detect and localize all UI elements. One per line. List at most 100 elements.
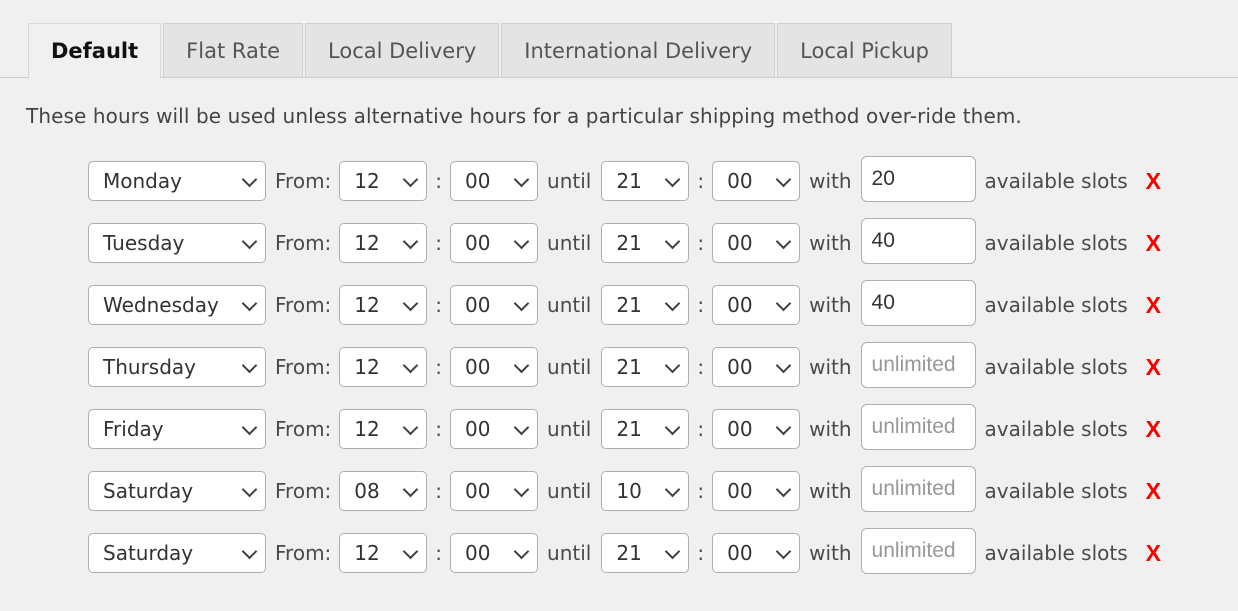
remove-row-button[interactable]: X — [1146, 169, 1161, 193]
until-hour-select[interactable]: 21 — [601, 285, 690, 325]
from-minute-select[interactable]: 00 — [450, 161, 539, 201]
from-minute-select-value: 00 — [465, 169, 491, 193]
from-minute-select[interactable]: 00 — [450, 471, 539, 511]
available-slots-input[interactable] — [860, 218, 976, 264]
chevron-down-icon — [241, 419, 258, 436]
day-select[interactable]: Wednesday — [88, 285, 266, 325]
until-label: until — [547, 231, 592, 255]
hours-row: TuesdayFrom:12:00until21:00withavailable… — [88, 212, 1238, 274]
day-select[interactable]: Saturday — [88, 533, 266, 573]
tab-default[interactable]: Default — [28, 23, 162, 79]
from-hour-select[interactable]: 12 — [339, 409, 428, 449]
from-label: From: — [275, 293, 332, 317]
hours-row: WednesdayFrom:12:00until21:00withavailab… — [88, 274, 1238, 336]
from-hour-select[interactable]: 12 — [339, 533, 428, 573]
until-minute-select[interactable]: 00 — [712, 471, 801, 511]
until-minute-select[interactable]: 00 — [712, 347, 801, 387]
until-hour-select-value: 21 — [616, 169, 642, 193]
chevron-down-icon — [775, 233, 792, 250]
available-slots-input[interactable] — [860, 342, 976, 388]
chevron-down-icon — [241, 481, 258, 498]
with-label: with — [809, 293, 852, 317]
until-hour-select[interactable]: 21 — [601, 409, 690, 449]
chevron-down-icon — [403, 295, 419, 312]
from-minute-select[interactable]: 00 — [450, 223, 539, 263]
available-slots-input[interactable] — [860, 156, 976, 202]
tab-flat-rate[interactable]: Flat Rate — [163, 23, 304, 78]
day-select[interactable]: Saturday — [88, 471, 266, 511]
day-select[interactable]: Friday — [88, 409, 266, 449]
hours-row: ThursdayFrom:12:00until21:00withavailabl… — [88, 336, 1238, 398]
remove-row-button[interactable]: X — [1146, 231, 1161, 255]
from-minute-select[interactable]: 00 — [450, 347, 539, 387]
from-label: From: — [275, 169, 332, 193]
day-select-value: Monday — [103, 169, 182, 193]
remove-row-button[interactable]: X — [1146, 355, 1161, 379]
until-minute-select[interactable]: 00 — [712, 161, 801, 201]
until-label: until — [547, 479, 592, 503]
chevron-down-icon — [665, 419, 681, 436]
available-slots-input[interactable] — [860, 528, 976, 574]
until-minute-select-value: 00 — [727, 231, 753, 255]
from-hour-select[interactable]: 12 — [339, 161, 428, 201]
from-time-separator: : — [435, 293, 443, 317]
until-hour-select[interactable]: 21 — [601, 223, 690, 263]
chevron-down-icon — [665, 233, 681, 250]
chevron-down-icon — [403, 481, 419, 498]
with-label: with — [809, 479, 852, 503]
from-hour-select[interactable]: 12 — [339, 223, 428, 263]
until-hour-select[interactable]: 21 — [601, 533, 690, 573]
from-minute-select[interactable]: 00 — [450, 533, 539, 573]
day-select-value: Friday — [103, 417, 164, 441]
until-label: until — [547, 417, 592, 441]
available-slots-input[interactable] — [860, 280, 976, 326]
from-minute-select[interactable]: 00 — [450, 409, 539, 449]
from-minute-select[interactable]: 00 — [450, 285, 539, 325]
remove-row-button[interactable]: X — [1146, 479, 1161, 503]
until-label: until — [547, 293, 592, 317]
chevron-down-icon — [513, 543, 530, 560]
until-minute-select[interactable]: 00 — [712, 223, 801, 263]
until-hour-select[interactable]: 10 — [601, 471, 690, 511]
from-label: From: — [275, 479, 332, 503]
tab-local-delivery[interactable]: Local Delivery — [305, 23, 500, 78]
tab-local-pickup[interactable]: Local Pickup — [777, 23, 953, 78]
day-select[interactable]: Tuesday — [88, 223, 266, 263]
from-minute-select-value: 00 — [465, 355, 491, 379]
from-hour-select[interactable]: 08 — [339, 471, 428, 511]
hours-row: MondayFrom:12:00until21:00withavailable … — [88, 150, 1238, 212]
from-minute-select-value: 00 — [465, 231, 491, 255]
available-slots-input[interactable] — [860, 404, 976, 450]
until-minute-select[interactable]: 00 — [712, 533, 801, 573]
until-time-separator: : — [697, 541, 705, 565]
chevron-down-icon — [775, 295, 792, 312]
until-hour-select[interactable]: 21 — [601, 347, 690, 387]
from-hour-select-value: 12 — [354, 231, 380, 255]
shipping-method-tabs: Default Flat Rate Local Delivery Internatio… — [0, 0, 1238, 79]
from-minute-select-value: 00 — [465, 417, 491, 441]
day-select-value: Thursday — [103, 355, 196, 379]
until-hour-select[interactable]: 21 — [601, 161, 690, 201]
hours-row: SaturdayFrom:08:00until10:00withavailabl… — [88, 460, 1238, 522]
chevron-down-icon — [403, 233, 419, 250]
from-hour-select[interactable]: 12 — [339, 347, 428, 387]
tab-international-delivery[interactable]: International Delivery — [501, 23, 776, 78]
remove-row-button[interactable]: X — [1146, 293, 1161, 317]
remove-row-button[interactable]: X — [1146, 541, 1161, 565]
available-slots-input[interactable] — [860, 466, 976, 512]
until-minute-select[interactable]: 00 — [712, 285, 801, 325]
until-minute-select-value: 00 — [727, 417, 753, 441]
day-select[interactable]: Monday — [88, 161, 266, 201]
remove-row-button[interactable]: X — [1146, 417, 1161, 441]
available-slots-label: available slots — [984, 169, 1128, 193]
from-hour-select[interactable]: 12 — [339, 285, 428, 325]
day-select[interactable]: Thursday — [88, 347, 266, 387]
until-time-separator: : — [697, 417, 705, 441]
with-label: with — [809, 169, 852, 193]
day-select-value: Saturday — [103, 479, 194, 503]
until-hour-select-value: 21 — [616, 355, 642, 379]
with-label: with — [809, 541, 852, 565]
until-minute-select[interactable]: 00 — [712, 409, 801, 449]
chevron-down-icon — [513, 481, 530, 498]
available-slots-label: available slots — [984, 541, 1128, 565]
